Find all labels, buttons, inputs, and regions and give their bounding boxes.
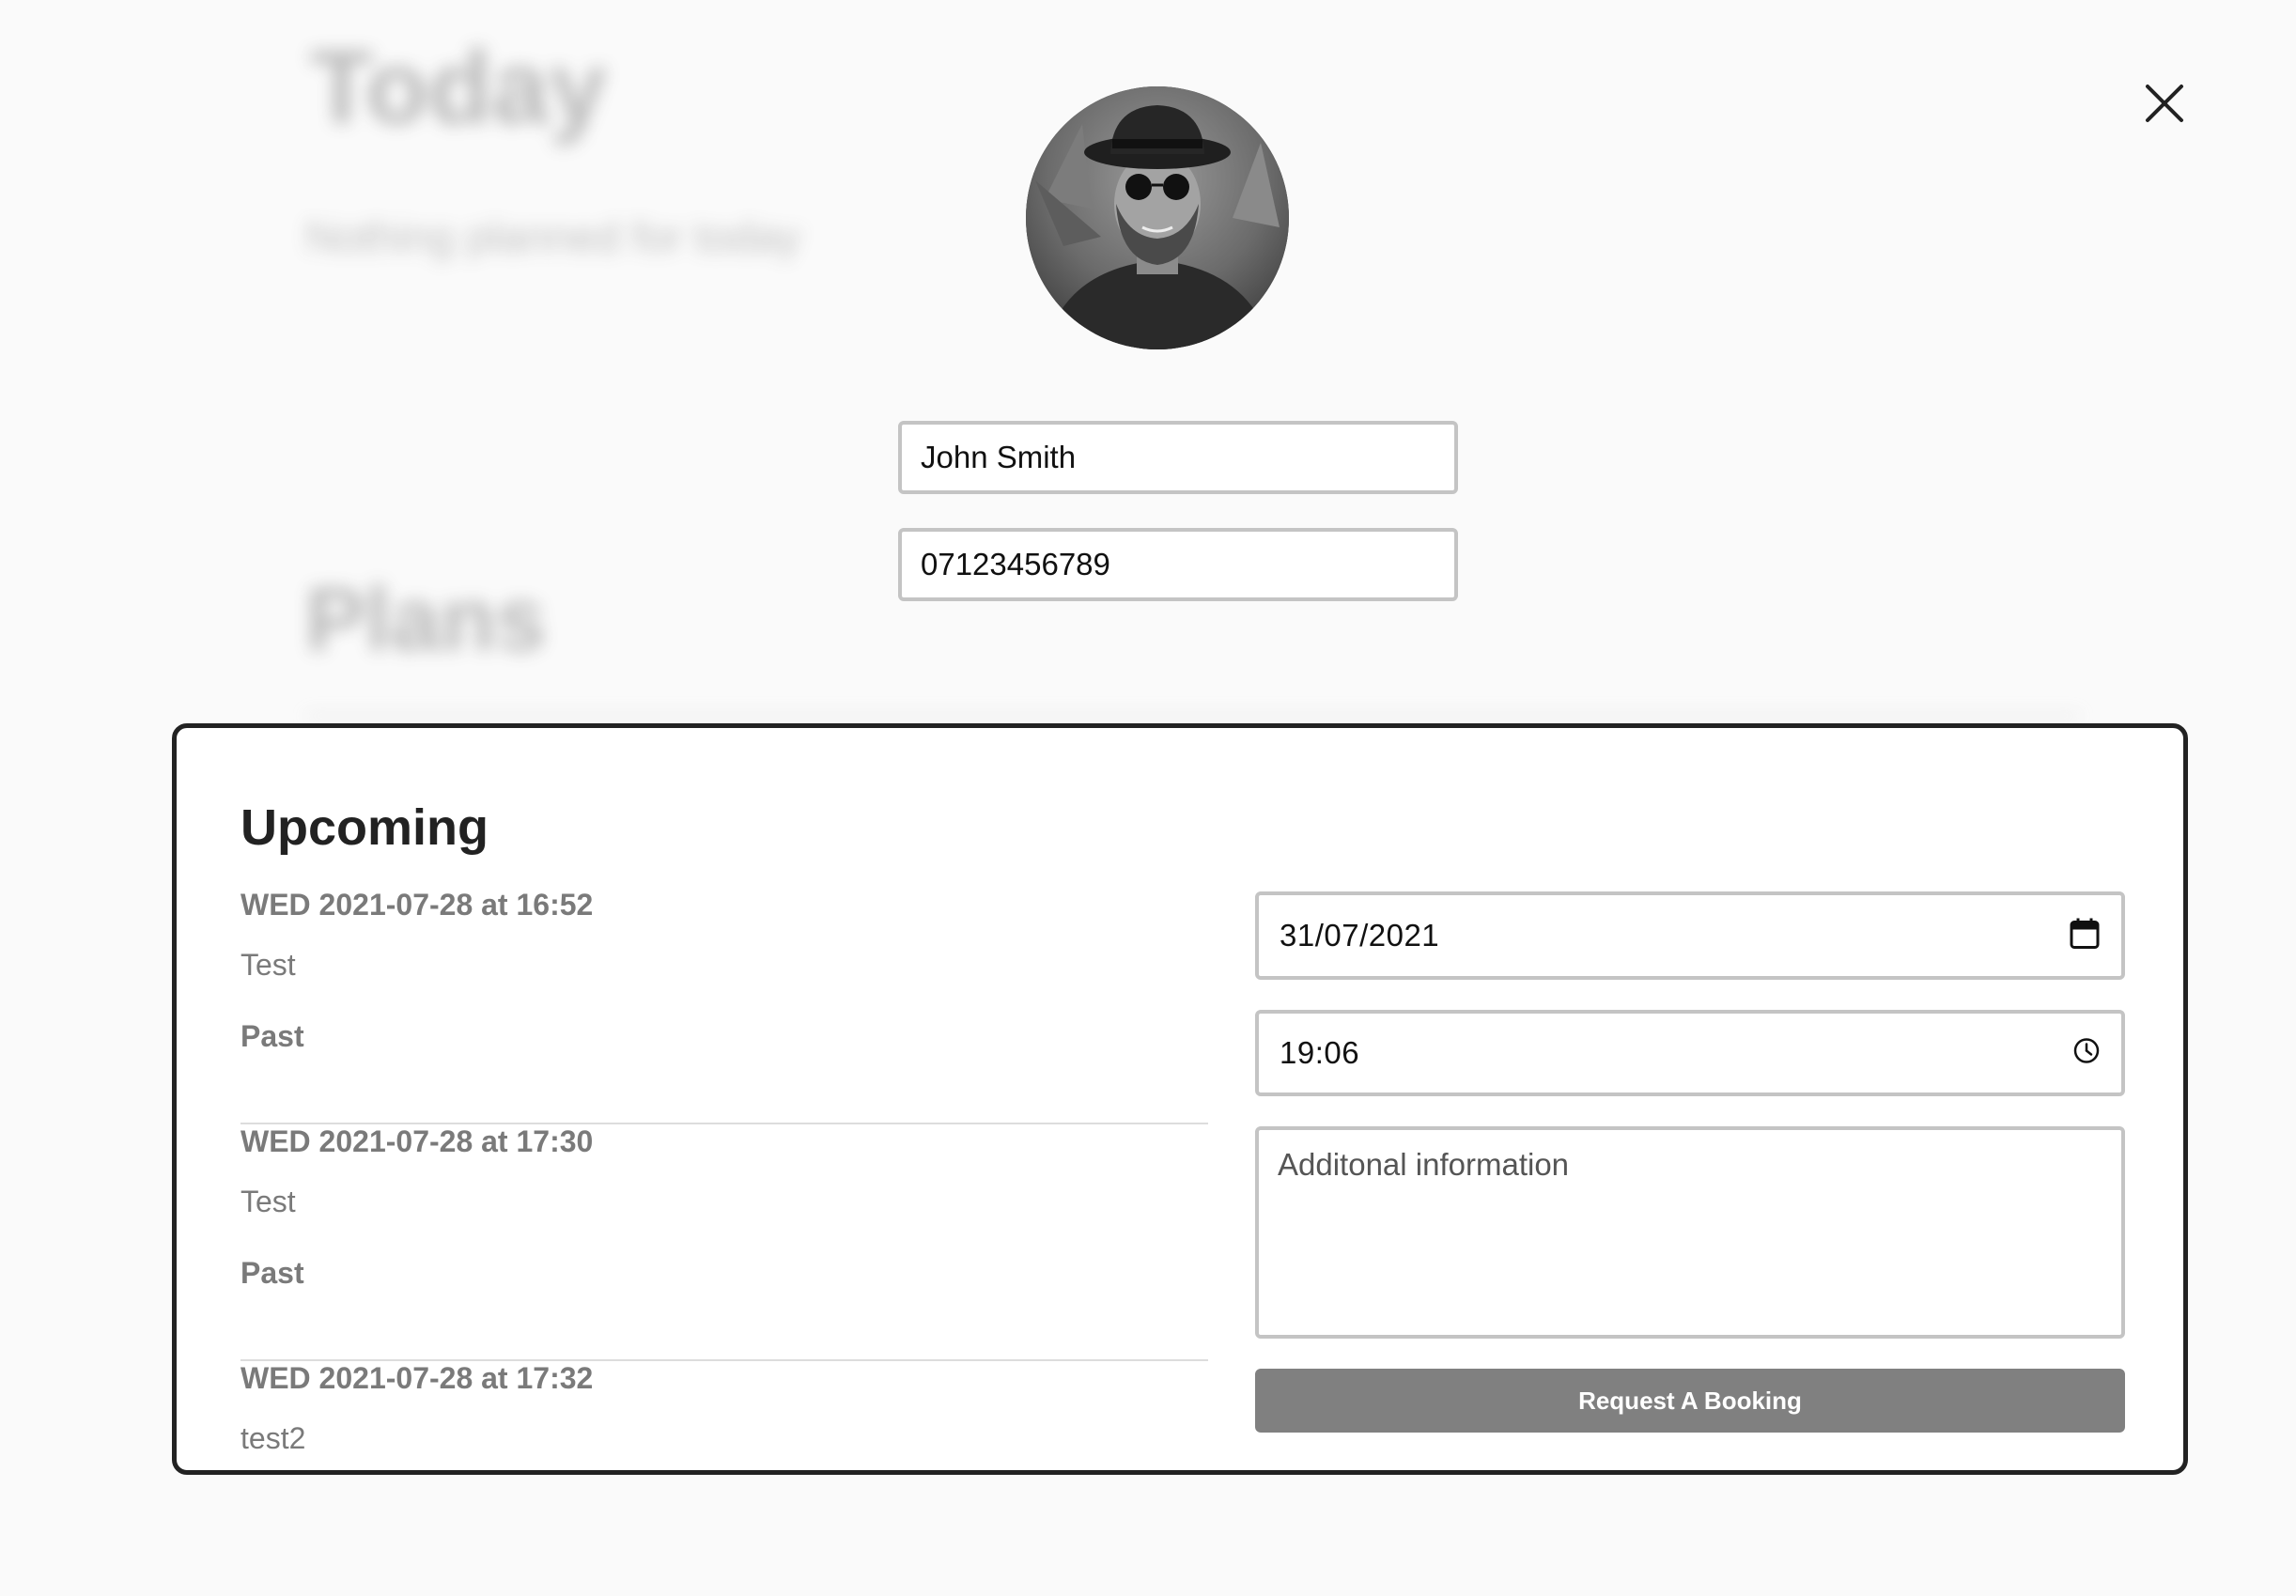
booking-status: Past [240,1256,304,1290]
request-booking-button[interactable]: Request A Booking [1255,1369,2125,1433]
avatar [1026,86,1289,349]
avatar-photo [1026,86,1289,349]
name-field[interactable] [898,421,1458,494]
calendar-icon[interactable] [2069,917,2101,955]
time-value: 19:06 [1280,1035,1360,1070]
close-icon [2146,85,2183,122]
booking-datetime: WED 2021-07-28 at 16:52 [240,888,594,922]
booking-request-form: 31/07/2021 19:06 Additonal information R… [1255,891,2125,1433]
booking-item: WED 2021-07-28 at 17:30 Test Past [240,1124,1208,1361]
additional-info-field[interactable]: Additonal information [1255,1126,2125,1339]
time-input[interactable]: 19:06 [1255,1010,2125,1096]
booking-modal: Upcoming WED 2021-07-28 at 16:52 Test Pa… [0,0,2296,1475]
date-value: 31/07/2021 [1280,918,1440,953]
booking-datetime: WED 2021-07-28 at 17:32 [240,1361,594,1395]
date-input[interactable]: 31/07/2021 [1255,891,2125,980]
booking-item: WED 2021-07-28 at 17:32 test2 [240,1361,1208,1596]
additional-info-placeholder: Additonal information [1278,1147,1570,1182]
booking-note: Test [240,1185,296,1218]
booking-datetime: WED 2021-07-28 at 17:30 [240,1124,594,1158]
booking-list: WED 2021-07-28 at 16:52 Test Past WED 20… [240,888,1208,1596]
phone-field[interactable] [898,528,1458,601]
bookings-panel: Upcoming WED 2021-07-28 at 16:52 Test Pa… [172,723,2188,1475]
booking-note: Test [240,948,296,982]
panel-heading: Upcoming [240,799,489,856]
close-button[interactable] [2138,77,2191,130]
booking-status: Past [240,1019,304,1053]
clock-icon[interactable] [2072,1037,2101,1070]
booking-item: WED 2021-07-28 at 16:52 Test Past [240,888,1208,1124]
